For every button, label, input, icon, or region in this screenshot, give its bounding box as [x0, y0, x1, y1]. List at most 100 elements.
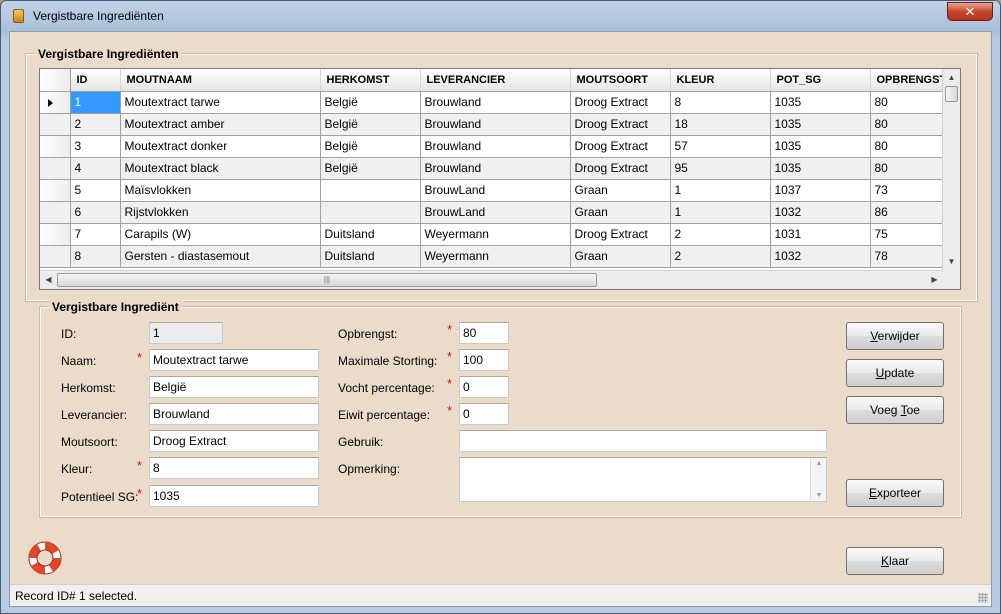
grid-horizontal-scrollbar[interactable]: ◀ ||| ▶ [40, 270, 943, 289]
cell-kleur[interactable]: 18 [670, 113, 771, 136]
cell-moutnaam[interactable]: Maïsvlokken [120, 179, 321, 202]
update-button[interactable]: Update [846, 359, 944, 387]
opmerking-textarea[interactable] [459, 457, 827, 502]
cell-moutsoort[interactable]: Droog Extract [570, 135, 671, 158]
cell-moutnaam[interactable]: Moutextract tarwe [120, 91, 321, 114]
table-row[interactable]: 8 Gersten - diastasemout Duitsland Weyerman… [40, 245, 943, 268]
cell-leverancier[interactable]: Brouwland [420, 157, 571, 180]
cell-id[interactable]: 3 [70, 135, 121, 158]
cell-moutsoort[interactable]: Graan [570, 179, 671, 202]
cell-leverancier[interactable]: Brouwland [420, 91, 571, 114]
cell-kleur[interactable]: 1 [670, 201, 771, 224]
cell-opbrengst[interactable]: 80 [870, 135, 943, 158]
opbrengst-field[interactable]: 80 [459, 322, 509, 344]
column-header-pot-sg[interactable]: POT_SG [770, 69, 871, 92]
column-header-leverancier[interactable]: LEVERANCIER [420, 69, 571, 92]
cell-id[interactable]: 7 [70, 223, 121, 246]
table-row[interactable]: 2 Moutextract amber België Brouwland Droog E… [40, 113, 943, 136]
row-header[interactable] [40, 157, 71, 180]
cell-pot-sg[interactable]: 1035 [770, 157, 871, 180]
voeg-toe-button[interactable]: Voeg Toe [846, 396, 944, 424]
cell-moutnaam[interactable]: Moutextract donker [120, 135, 321, 158]
scroll-right-icon[interactable]: ▶ [926, 271, 943, 289]
leverancier-field[interactable]: Brouwland [149, 403, 319, 425]
cell-id[interactable]: 2 [70, 113, 121, 136]
cell-leverancier[interactable]: BrouwLand [420, 179, 571, 202]
row-header[interactable] [40, 179, 71, 202]
cell-leverancier[interactable]: Brouwland [420, 135, 571, 158]
cell-herkomst[interactable] [320, 201, 421, 224]
cell-moutnaam[interactable]: Gersten - diastasemout [120, 245, 321, 268]
cell-kleur[interactable]: 2 [670, 245, 771, 268]
column-header-moutsoort[interactable]: MOUTSOORT [570, 69, 671, 92]
row-header[interactable] [40, 113, 71, 136]
cell-opbrengst[interactable]: 73 [870, 179, 943, 202]
grid-corner-header[interactable] [40, 69, 71, 92]
cell-herkomst[interactable] [320, 179, 421, 202]
cell-opbrengst[interactable]: 86 [870, 201, 943, 224]
cell-pot-sg[interactable]: 1035 [770, 113, 871, 136]
cell-leverancier[interactable]: Weyermann [420, 223, 571, 246]
table-row[interactable]: 5 Maïsvlokken BrouwLand Graan 1 1037 73 [40, 179, 943, 202]
cell-moutnaam[interactable]: Moutextract amber [120, 113, 321, 136]
cell-moutnaam[interactable]: Rijstvlokken [120, 201, 321, 224]
cell-pot-sg[interactable]: 1037 [770, 179, 871, 202]
opmerking-scrollbar[interactable]: ▲ ▼ [810, 458, 826, 501]
grid-vertical-scrollbar[interactable]: ▲ ▼ [942, 69, 960, 270]
cell-moutsoort[interactable]: Droog Extract [570, 157, 671, 180]
cell-kleur[interactable]: 1 [670, 179, 771, 202]
resize-grip-icon[interactable] [978, 593, 988, 603]
klaar-button[interactable]: Klaar [846, 547, 944, 575]
cell-id[interactable]: 1 [70, 91, 121, 114]
verwijder-button[interactable]: Verwijder [846, 322, 944, 350]
kleur-field[interactable]: 8 [149, 457, 319, 479]
column-header-id[interactable]: ID [70, 69, 121, 92]
cell-opbrengst[interactable]: 75 [870, 223, 943, 246]
cell-id[interactable]: 4 [70, 157, 121, 180]
cell-pot-sg[interactable]: 1031 [770, 223, 871, 246]
pot-sg-field[interactable]: 1035 [149, 485, 319, 507]
column-header-opbrengst[interactable]: OPBRENGST [870, 69, 943, 92]
cell-herkomst[interactable]: België [320, 157, 421, 180]
column-header-moutnaam[interactable]: MOUTNAAM [120, 69, 321, 92]
naam-field[interactable]: Moutextract tarwe [149, 349, 319, 371]
table-row[interactable]: 6 Rijstvlokken BrouwLand Graan 1 1032 86 [40, 201, 943, 224]
max-storting-field[interactable]: 100 [459, 349, 509, 371]
cell-kleur[interactable]: 95 [670, 157, 771, 180]
cell-moutsoort[interactable]: Graan [570, 245, 671, 268]
scroll-up-icon[interactable]: ▲ [943, 69, 960, 86]
row-header[interactable] [40, 245, 71, 268]
cell-leverancier[interactable]: BrouwLand [420, 201, 571, 224]
cell-pot-sg[interactable]: 1032 [770, 245, 871, 268]
table-row[interactable]: 4 Moutextract black België Brouwland Droog E… [40, 157, 943, 180]
ingredients-grid[interactable]: ID MOUTNAAM HERKOMST LEVERANCIER MOUTSOO… [39, 68, 961, 290]
cell-herkomst[interactable]: België [320, 91, 421, 114]
cell-herkomst[interactable]: België [320, 135, 421, 158]
cell-id[interactable]: 5 [70, 179, 121, 202]
eiwit-field[interactable]: 0 [459, 403, 509, 425]
cell-pot-sg[interactable]: 1035 [770, 135, 871, 158]
gebruik-field[interactable] [459, 430, 827, 452]
row-header[interactable] [40, 201, 71, 224]
table-row[interactable]: 1 Moutextract tarwe België Brouwland Droog E… [40, 91, 943, 114]
cell-opbrengst[interactable]: 80 [870, 113, 943, 136]
cell-kleur[interactable]: 57 [670, 135, 771, 158]
cell-moutsoort[interactable]: Droog Extract [570, 223, 671, 246]
cell-id[interactable]: 6 [70, 201, 121, 224]
cell-leverancier[interactable]: Weyermann [420, 245, 571, 268]
cell-moutnaam[interactable]: Moutextract black [120, 157, 321, 180]
cell-herkomst[interactable]: Duitsland [320, 245, 421, 268]
cell-moutsoort[interactable]: Droog Extract [570, 91, 671, 114]
row-header[interactable] [40, 135, 71, 158]
cell-kleur[interactable]: 8 [670, 91, 771, 114]
cell-moutsoort[interactable]: Graan [570, 201, 671, 224]
cell-moutsoort[interactable]: Droog Extract [570, 113, 671, 136]
grid-vscroll-thumb[interactable] [945, 86, 958, 102]
row-header[interactable] [40, 223, 71, 246]
cell-kleur[interactable]: 2 [670, 223, 771, 246]
vocht-field[interactable]: 0 [459, 376, 509, 398]
cell-moutnaam[interactable]: Carapils (W) [120, 223, 321, 246]
close-button[interactable]: ✕ [947, 2, 993, 21]
textarea-scroll-up-icon[interactable]: ▲ [811, 460, 827, 467]
textarea-scroll-down-icon[interactable]: ▼ [811, 492, 827, 499]
